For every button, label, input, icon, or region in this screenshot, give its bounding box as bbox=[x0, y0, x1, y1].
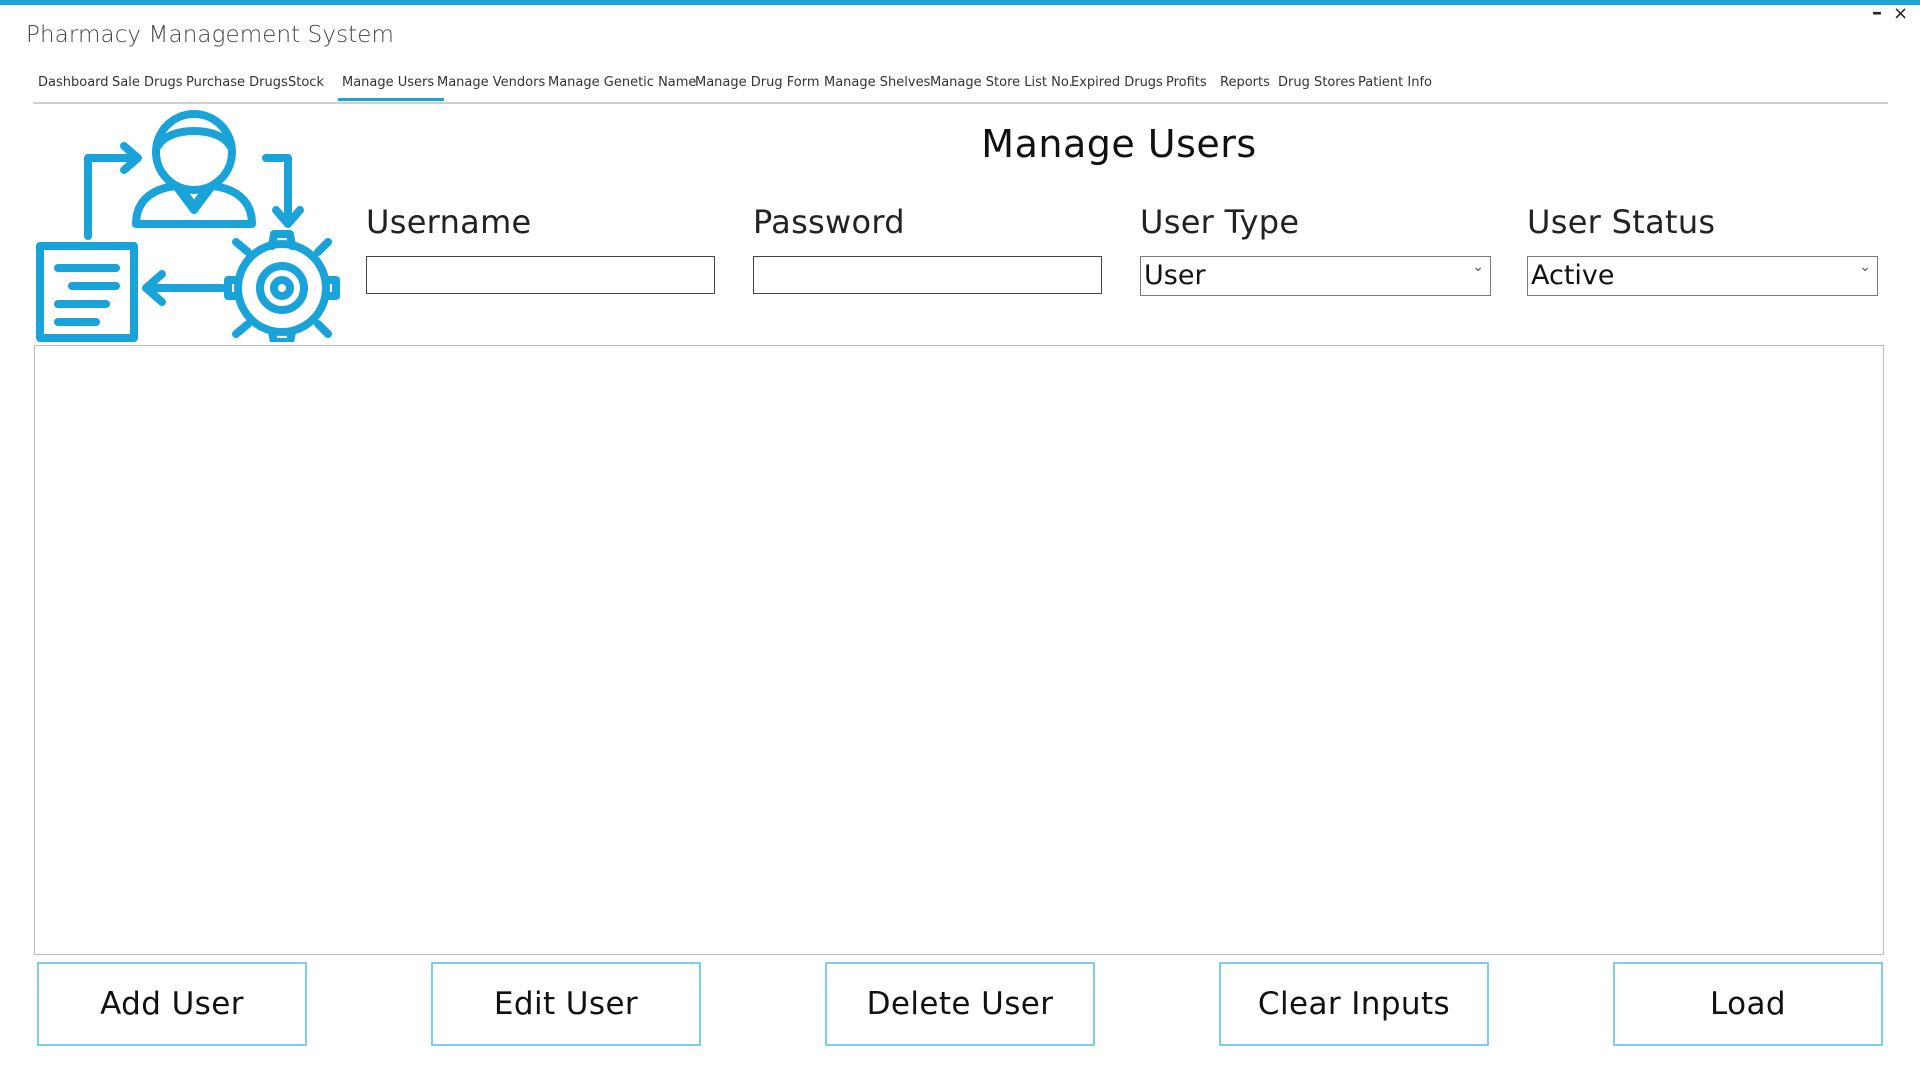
password-label: Password bbox=[753, 203, 905, 241]
minimize-icon[interactable]: – bbox=[1872, 0, 1882, 24]
tab-manage-drug-form[interactable]: Manage Drug Form bbox=[695, 75, 820, 90]
close-icon[interactable]: × bbox=[1893, 3, 1908, 24]
user-status-value: Active bbox=[1531, 260, 1615, 291]
delete-user-button[interactable]: Delete User bbox=[825, 962, 1095, 1046]
add-user-button[interactable]: Add User bbox=[37, 962, 307, 1046]
tab-expired-drugs[interactable]: Expired Drugs bbox=[1071, 75, 1163, 90]
chevron-down-icon: ⌄ bbox=[1472, 259, 1484, 275]
user-management-icon bbox=[36, 110, 340, 342]
tab-drug-stores[interactable]: Drug Stores bbox=[1278, 75, 1355, 90]
tab-manage-genetic-name[interactable]: Manage Genetic Name bbox=[548, 75, 696, 90]
users-data-grid[interactable] bbox=[34, 345, 1884, 955]
tab-profits[interactable]: Profits bbox=[1166, 75, 1207, 90]
tab-reports[interactable]: Reports bbox=[1220, 75, 1270, 90]
tab-purchase-drugs[interactable]: Purchase Drugs bbox=[186, 75, 288, 90]
chevron-down-icon: ⌄ bbox=[1859, 259, 1871, 275]
edit-user-button[interactable]: Edit User bbox=[431, 962, 701, 1046]
load-button[interactable]: Load bbox=[1613, 962, 1883, 1046]
password-input[interactable] bbox=[753, 256, 1102, 294]
window-accent-bar bbox=[0, 0, 1920, 5]
tab-manage-shelves[interactable]: Manage Shelves bbox=[824, 75, 930, 90]
tab-sale-drugs[interactable]: Sale Drugs bbox=[112, 75, 183, 90]
user-type-value: User bbox=[1144, 260, 1206, 291]
tab-manage-users[interactable]: Manage Users bbox=[337, 75, 445, 101]
clear-inputs-button[interactable]: Clear Inputs bbox=[1219, 962, 1489, 1046]
app-title: Pharmacy Management System bbox=[26, 22, 395, 48]
user-type-label: User Type bbox=[1140, 203, 1300, 241]
user-status-select[interactable]: Active ⌄ bbox=[1527, 256, 1878, 296]
page-title: Manage Users bbox=[981, 122, 1257, 166]
username-label: Username bbox=[366, 203, 532, 241]
username-input[interactable] bbox=[366, 256, 715, 294]
tab-patient-info[interactable]: Patient Info bbox=[1358, 75, 1432, 90]
main-tab-bar: Dashboard Sale Drugs Purchase Drugs Stoc… bbox=[33, 72, 1888, 104]
user-type-select[interactable]: User ⌄ bbox=[1140, 256, 1491, 296]
tab-manage-store-list-no[interactable]: Manage Store List No. bbox=[930, 75, 1073, 90]
user-status-label: User Status bbox=[1527, 203, 1716, 241]
tab-stock[interactable]: Stock bbox=[288, 75, 324, 90]
tab-dashboard[interactable]: Dashboard bbox=[38, 75, 109, 90]
tab-manage-vendors[interactable]: Manage Vendors bbox=[437, 75, 545, 90]
